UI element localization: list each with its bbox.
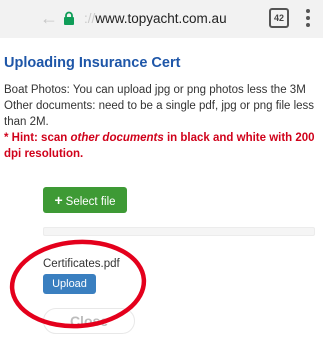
- more-vert-icon[interactable]: [305, 9, 311, 29]
- lock-icon: [64, 11, 74, 25]
- close-button[interactable]: Close: [43, 308, 135, 334]
- select-file-button[interactable]: + Select file: [43, 187, 127, 213]
- plus-icon: +: [54, 192, 63, 208]
- url-scheme: ://: [84, 11, 96, 26]
- url-text: ://www.topyacht.com.au: [84, 10, 256, 28]
- hint-text: * Hint: scan other documents in black an…: [4, 130, 316, 162]
- arrow-left-icon[interactable]: ←: [40, 9, 58, 27]
- selected-filename: Certificates.pdf: [43, 258, 120, 270]
- browser-toolbar: ← ://www.topyacht.com.au 42: [0, 0, 323, 38]
- other-documents-text: Other documents: need to be a single pdf…: [4, 100, 315, 128]
- upload-button[interactable]: Upload: [43, 274, 96, 294]
- boat-photos-text: Boat Photos: You can upload jpg or png p…: [4, 84, 306, 96]
- address-bar[interactable]: ://www.topyacht.com.au: [62, 6, 258, 32]
- hint-prefix: * Hint: scan: [4, 132, 71, 144]
- url-host: www.topyacht.com.au: [95, 11, 227, 26]
- url-fade: [232, 6, 258, 32]
- select-file-label: Select file: [65, 196, 116, 208]
- progress-track: [43, 227, 315, 236]
- tab-switcher-button[interactable]: 42: [269, 8, 289, 28]
- hint-emphasis: other documents: [70, 132, 164, 144]
- page-title: Uploading Insurance Cert: [4, 55, 181, 71]
- upload-instructions: Boat Photos: You can upload jpg or png p…: [4, 82, 316, 162]
